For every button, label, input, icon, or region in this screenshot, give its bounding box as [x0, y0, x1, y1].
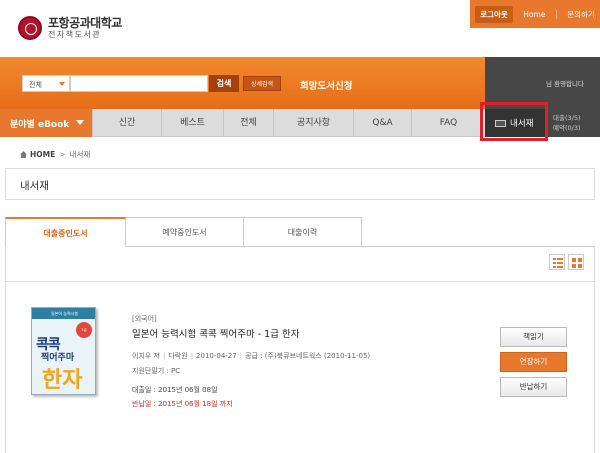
book-meta: 이치우 저 | 다락원 | 2010-04-27 | 공급 : (주)북큐브네트웍스 (20…: [132, 352, 371, 360]
book-author: 이치우 저: [132, 352, 160, 360]
book-title[interactable]: 일본어 능력시험 콕콕 찍어주마 - 1급 한자: [132, 326, 299, 340]
extend-button[interactable]: 연장하기: [500, 352, 567, 372]
grid-view-icon[interactable]: [568, 254, 584, 270]
chevron-down-icon: [59, 82, 65, 86]
nav-all[interactable]: 전체: [223, 109, 273, 137]
home-icon: [20, 151, 27, 158]
search-input[interactable]: [70, 75, 208, 92]
loan-count: 대출(3/5): [553, 114, 581, 122]
nav-notice[interactable]: 공지사항: [273, 109, 353, 137]
contact-link[interactable]: 문의하기: [567, 9, 595, 20]
list-divider: [5, 281, 595, 282]
logout-button[interactable]: 로그아웃: [475, 5, 513, 23]
breadcrumb-separator: >: [59, 150, 66, 159]
search-scope-select[interactable]: 전체: [22, 75, 70, 92]
cover-badge: 1급: [76, 322, 92, 338]
nav-best[interactable]: 베스트: [161, 109, 223, 137]
util-divider: [555, 9, 557, 19]
university-seal-icon: [18, 16, 42, 40]
breadcrumb-current: 내서재: [69, 150, 91, 159]
cover-band: 일본어 능력시험: [32, 308, 95, 319]
breadcrumb: HOME > 내서재: [20, 149, 90, 160]
nav-new[interactable]: 신간: [92, 109, 161, 137]
nav-faq[interactable]: FAQ: [411, 109, 485, 137]
genre-menu-button[interactable]: 분야별 eBook: [0, 109, 92, 137]
logo-subtitle: 전자책도서관: [48, 30, 102, 40]
highlight-box: [480, 102, 548, 141]
nav-qna[interactable]: Q&A: [353, 109, 411, 137]
loan-date: 대출일 : 2015년 06월 08일: [132, 386, 218, 394]
page: 포항공과대학교 전자책도서관 로그아웃 Home 문의하기 전체 검색 상세검색…: [0, 0, 600, 453]
search-button[interactable]: 검색: [209, 75, 239, 92]
due-date: 반납일 : 2015년 06월 18일 까지: [132, 400, 233, 408]
title-box: 내서재: [5, 168, 595, 200]
book-cover[interactable]: 일본어 능력시험 1급 콕콕 찍어주마 한자: [31, 307, 96, 395]
page-title: 내서재: [20, 180, 49, 192]
book-device: 지원단말기 : PC: [132, 367, 181, 375]
utility-bar: 로그아웃 Home 문의하기: [470, 0, 600, 28]
read-button[interactable]: 책읽기: [500, 327, 567, 347]
genre-menu-label: 분야별 eBook: [10, 120, 70, 130]
book-supplier: 공급 : (주)북큐브네트웍스 (2010-11-05): [245, 352, 371, 360]
chevron-down-icon: [76, 120, 84, 125]
reserve-count: 예약(0/3): [553, 124, 581, 132]
breadcrumb-home[interactable]: HOME: [30, 150, 55, 159]
cover-title-3: 한자: [42, 368, 83, 393]
search-scope-value: 전체: [29, 81, 42, 89]
tab-current-loans[interactable]: 대출중인도서: [5, 217, 126, 247]
tab-reservations[interactable]: 예약중인도서: [126, 217, 244, 247]
logo-title: 포항공과대학교: [48, 15, 122, 30]
book-publisher: 다락원: [168, 352, 188, 360]
return-button[interactable]: 반납하기: [500, 377, 567, 397]
tab-loan-history[interactable]: 대출이력: [244, 217, 362, 247]
library-logo[interactable]: 포항공과대학교 전자책도서관: [18, 16, 122, 40]
book-request-link[interactable]: 희망도서신청: [300, 78, 352, 92]
home-link[interactable]: Home: [523, 10, 545, 19]
advanced-search-button[interactable]: 상세검색: [243, 76, 281, 91]
list-view-icon[interactable]: [549, 254, 565, 270]
welcome-text: 님 환영합니다: [546, 80, 584, 88]
book-category: [외국어]: [132, 315, 157, 323]
loan-status: 대출(3/5) 예약(0/3): [545, 109, 600, 137]
book-pub-date: 2010-04-27: [196, 352, 237, 360]
